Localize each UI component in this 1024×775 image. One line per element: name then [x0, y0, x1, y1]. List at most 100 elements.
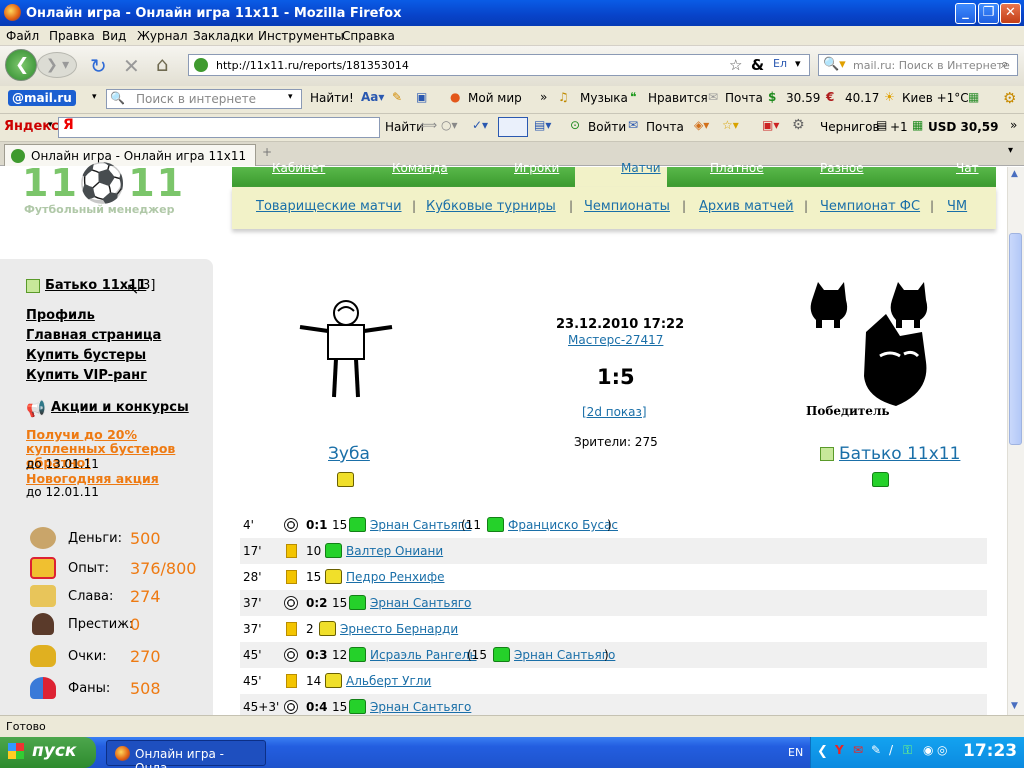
back-button[interactable]: ❮ [5, 49, 37, 81]
event-player-link[interactable]: Педро Ренхифе [346, 570, 444, 584]
event-player-link[interactable]: Альберт Угли [346, 674, 431, 688]
settings-gear-icon[interactable]: ⚙ [1003, 89, 1016, 107]
menu-file[interactable]: Файл [6, 29, 39, 43]
site-logo[interactable]: 11⚽11 Футбольный менеджер [22, 161, 192, 227]
menu-history[interactable]: Журнал [137, 29, 188, 43]
url-bar[interactable]: http://11x11.ru/reports/181353014 ☆ & Eл… [188, 54, 810, 76]
close-button[interactable]: ✕ [1000, 3, 1021, 24]
mailru-menu-icon[interactable]: ▾ [92, 92, 97, 102]
spellcheck-icon[interactable]: ✓▾ [472, 118, 488, 132]
mailru-find-button[interactable]: Найти! [310, 91, 354, 105]
topnav-players[interactable]: Игроки [514, 161, 559, 175]
menu-bookmarks[interactable]: Закладки [193, 29, 254, 43]
usd-currency[interactable]: USD 30,59 [928, 120, 998, 134]
search-engine-icon[interactable]: 🔍▾ [823, 57, 846, 72]
forward-button[interactable]: ❯ ▾ [37, 52, 77, 78]
scroll-up-icon[interactable]: ▲ [1011, 169, 1018, 179]
highlight-icon[interactable]: ✎ [392, 90, 402, 104]
mailru-search-dropdown-icon[interactable]: ▾ [288, 92, 293, 102]
translate-menu-icon[interactable]: ▤▾ [534, 118, 551, 132]
mailru-logo[interactable]: @mail.ru [8, 90, 76, 106]
tray-app-icon[interactable]: ✎ [871, 743, 881, 757]
sidebar-promo-title[interactable]: Акции и конкурсы [51, 400, 189, 415]
yandex-arrows-icon[interactable]: ⟺ ○▾ [420, 118, 458, 132]
stop-icon[interactable]: ✕ [123, 54, 140, 78]
menu-help[interactable]: Справка [342, 29, 395, 43]
yandex-mail-link[interactable]: Почта [646, 120, 684, 134]
menu-edit[interactable]: Правка [49, 29, 95, 43]
map-icon[interactable]: ▦ [968, 90, 979, 104]
yandex-search-input[interactable] [58, 117, 380, 138]
eur-rate[interactable]: 40.17 [845, 91, 879, 105]
subnav-archive[interactable]: Архив матчей [699, 199, 794, 214]
reload-icon[interactable]: ↻ [90, 54, 107, 78]
yandex-settings-icon[interactable]: ⚙ [792, 117, 805, 133]
language-indicator[interactable]: EN [788, 746, 803, 759]
scrollbar-thumb[interactable] [1009, 233, 1022, 445]
text-format-icon[interactable]: Aa▾ [361, 90, 384, 104]
show-2d-link[interactable]: [2d показ] [582, 405, 647, 419]
topnav-paid[interactable]: Платное [710, 161, 764, 175]
subnav-friendly[interactable]: Товарищеские матчи [256, 199, 402, 214]
menu-view[interactable]: Вид [102, 29, 126, 43]
tray-arrow-icon[interactable]: ❮ [817, 744, 828, 759]
taskbar-item-firefox[interactable]: Онлайн игра - Онла... [106, 740, 266, 775]
weather-link[interactable]: Киев +1°С [902, 91, 969, 105]
subnav-championships[interactable]: Чемпионаты [584, 199, 670, 214]
usd-rate[interactable]: 30.59 [786, 91, 820, 105]
maximize-button[interactable]: ❐ [978, 3, 999, 24]
music-link[interactable]: Музыка [580, 91, 628, 105]
yandex-find-button[interactable]: Найти [385, 120, 424, 134]
event-player-link[interactable]: Эрнан Сантьяго [370, 700, 471, 714]
tournament-link[interactable]: Мастерс-27417 [568, 333, 663, 347]
topnav-misc[interactable]: Разное [820, 161, 864, 175]
sidebar-item-buy-boosters[interactable]: Купить бустеры [26, 348, 146, 363]
promo2-link[interactable]: Новогодняя акция [26, 471, 159, 486]
event-player-link[interactable]: Исраэль Рангель [370, 648, 477, 662]
more-icon[interactable]: » [540, 90, 547, 104]
new-tab-button[interactable]: + [262, 145, 272, 159]
sidebar-item-profile[interactable]: Профиль [26, 308, 95, 323]
home-icon[interactable]: ⌂ [156, 52, 169, 76]
translate-icon[interactable]: Eл [773, 57, 787, 70]
search-bar[interactable]: 🔍▾ mail.ru: Поиск в Интернете ⌕ [818, 54, 1018, 76]
topnav-matches-active[interactable]: Матчи [575, 161, 667, 187]
mymir-link[interactable]: Мой мир [468, 91, 522, 105]
menu-tools[interactable]: Инструменты [258, 29, 344, 43]
subnav-world-cup[interactable]: ЧМ [947, 199, 967, 214]
tray-key-icon[interactable]: ⚿ [903, 743, 912, 758]
box-icon[interactable]: ▣▾ [762, 118, 779, 132]
sidebar-item-buy-vip[interactable]: Купить VIP-ранг [26, 368, 147, 383]
yandex-menu-icon[interactable]: ▾ [48, 120, 53, 130]
minimize-button[interactable]: _ [955, 3, 976, 24]
traffic-points[interactable]: +1 [890, 120, 908, 134]
event-player-link[interactable]: Эрнесто Бернарди [340, 622, 458, 636]
event-assist-link[interactable]: Франциско Бусас [508, 518, 618, 532]
tray-pen-icon[interactable]: / [889, 743, 893, 757]
event-player-link[interactable]: Эрнан Сантьяго [370, 596, 471, 610]
tray-mail-icon[interactable]: ✉ [853, 743, 863, 757]
sidebar-item-home[interactable]: Главная страница [26, 328, 161, 343]
mail-link[interactable]: Почта [725, 91, 763, 105]
event-assist-link[interactable]: Эрнан Сантьяго [514, 648, 615, 662]
tray-network-icon[interactable]: ◎ [937, 743, 947, 757]
subnav-fs-championship[interactable]: Чемпионат ФС [820, 199, 920, 214]
favorites-star-icon[interactable]: ☆▾ [722, 118, 739, 132]
ampersand-icon[interactable]: & [751, 56, 764, 74]
toolbar-expand-icon[interactable]: » [1010, 118, 1017, 132]
tab-list-icon[interactable]: ▾ [1008, 145, 1013, 156]
likes-link[interactable]: Нравится [648, 91, 708, 105]
bookmarks-icon[interactable]: ◈▾ [694, 118, 709, 132]
start-button[interactable]: пуск [0, 737, 96, 768]
tray-speaker-icon[interactable]: ◉ [923, 743, 933, 757]
home-team-link[interactable]: Зуба [328, 444, 370, 464]
subnav-cups[interactable]: Кубковые турниры [426, 199, 556, 214]
city-link[interactable]: Чернигов [820, 120, 880, 134]
scroll-down-icon[interactable]: ▼ [1011, 701, 1018, 711]
star-icon[interactable]: ☆ [729, 56, 742, 74]
clock[interactable]: 17:23 [963, 741, 1017, 761]
yandex-login-link[interactable]: Войти [588, 120, 626, 134]
topnav-chat[interactable]: Чат [956, 161, 979, 175]
url-dropdown-icon[interactable]: ▾ [795, 57, 801, 70]
zoom-icon[interactable]: ▣ [416, 90, 427, 104]
